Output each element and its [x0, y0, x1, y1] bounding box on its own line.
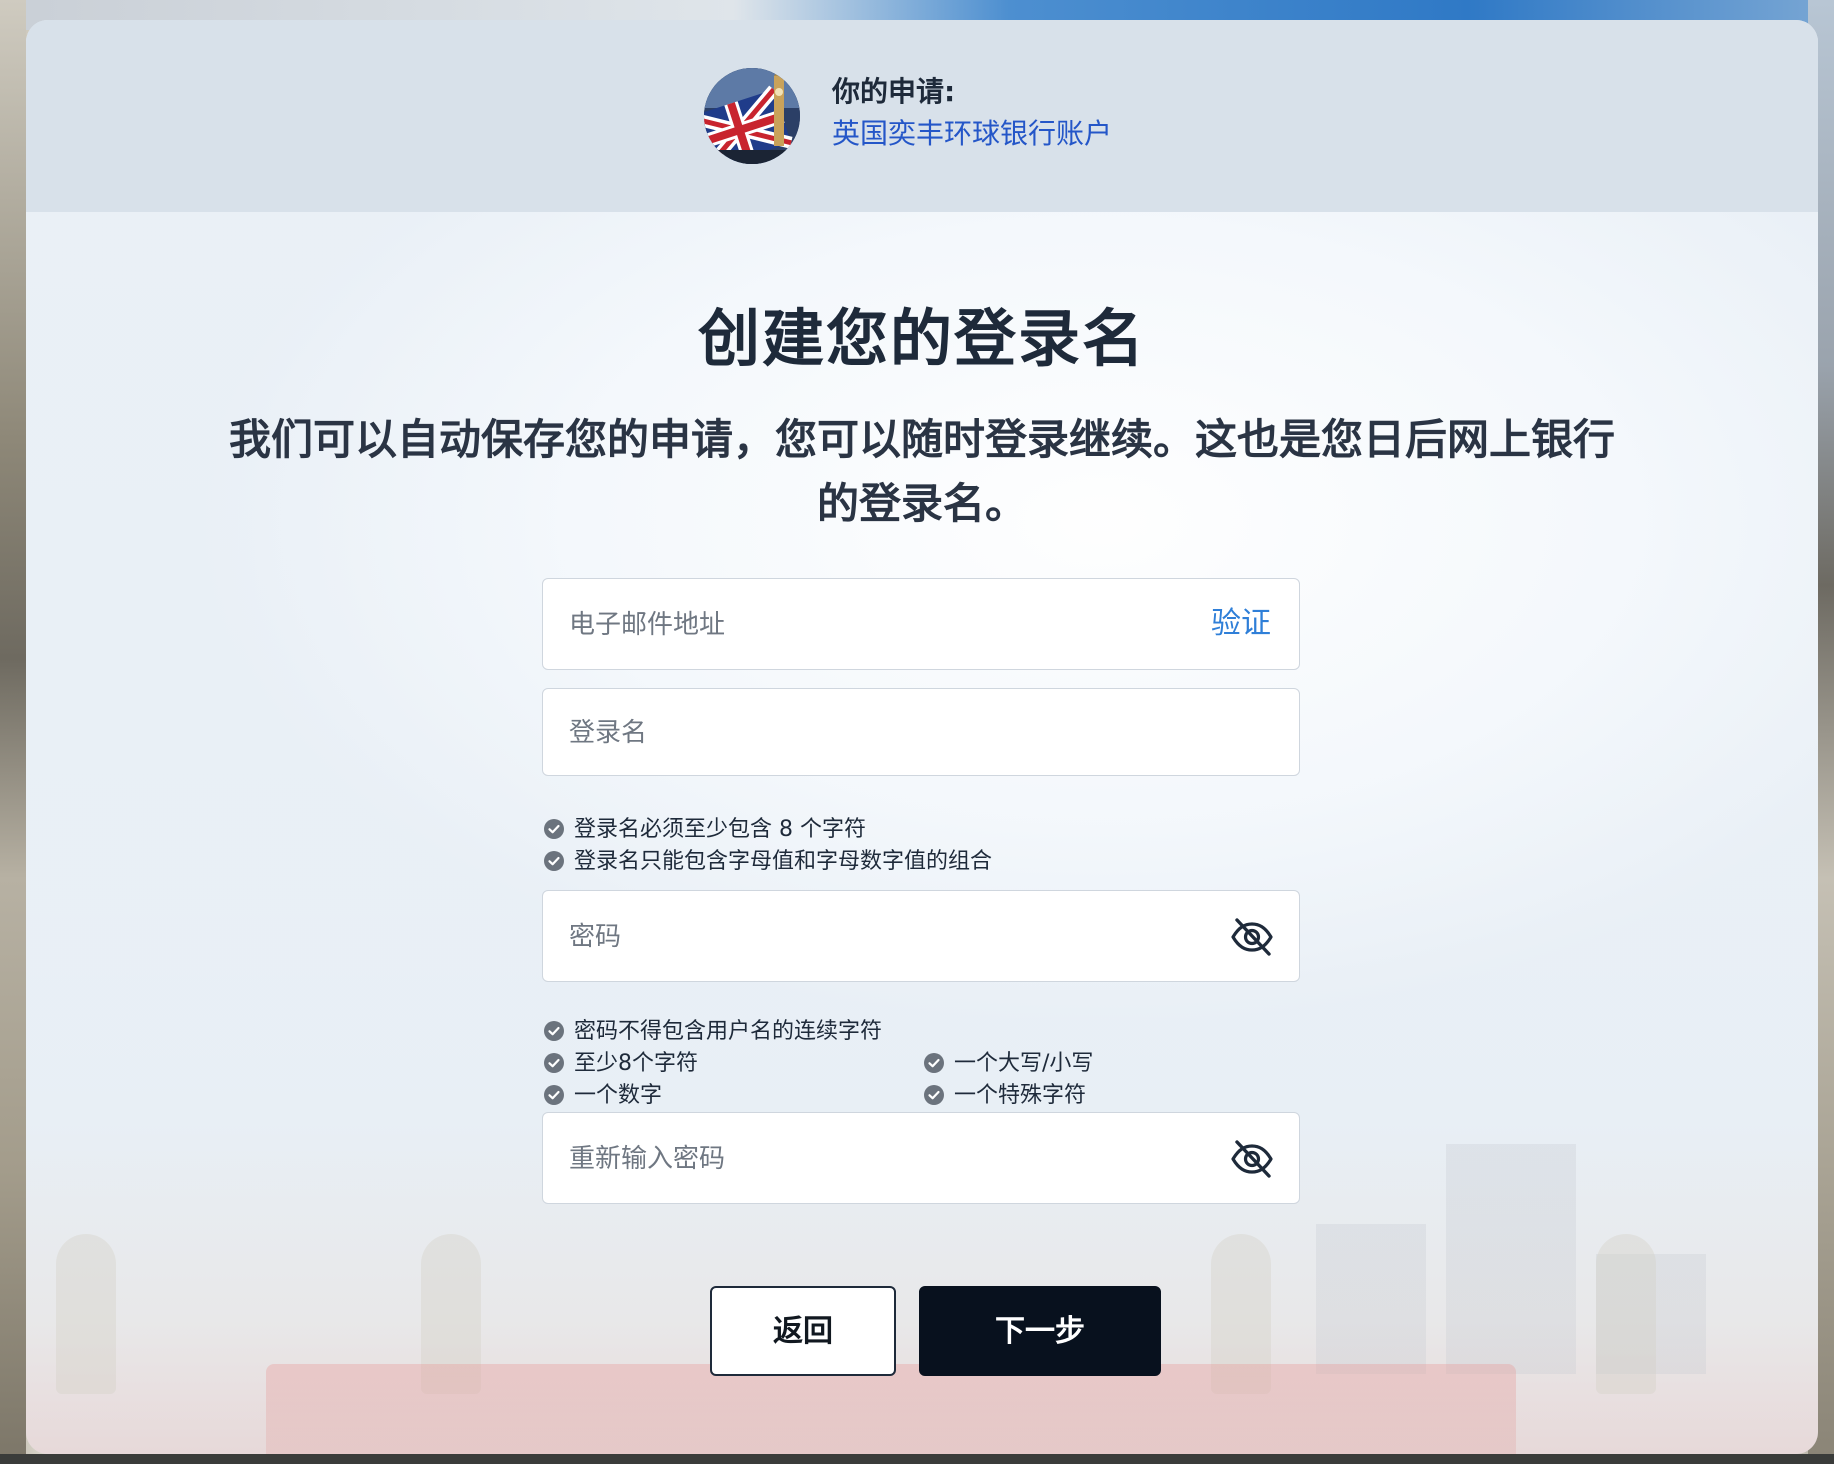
confirm-password-field-container: [542, 1112, 1300, 1205]
application-header: 你的申请: 英国奕丰环球银行账户: [26, 20, 1818, 212]
password-rule-text: 至少8个字符: [574, 1051, 698, 1076]
password-rule-text: 密码不得包含用户名的连续字符: [574, 1019, 883, 1044]
email-field-container: 验证: [542, 578, 1300, 671]
password-rule-item: 一个大写/小写: [924, 1048, 1093, 1080]
check-circle-icon: [544, 851, 564, 871]
password-rule-text: 一个特殊字符: [954, 1083, 1087, 1108]
check-circle-icon: [544, 1021, 564, 1041]
background-building-left: [0, 0, 26, 1464]
eye-off-icon[interactable]: [1229, 914, 1275, 960]
confirm-password-input[interactable]: [567, 1113, 1171, 1205]
password-rule-item: 一个特殊字符: [924, 1080, 1086, 1112]
check-circle-icon: [544, 819, 564, 839]
uk-flag-avatar-icon: [704, 68, 800, 164]
application-summary: 你的申请: 英国奕丰环球银行账户: [832, 72, 1112, 156]
login-name-input[interactable]: [567, 689, 1171, 777]
check-circle-icon: [924, 1085, 944, 1105]
application-label: 你的申请:: [832, 75, 956, 108]
login-rule-text: 登录名必须至少包含 8 个字符: [574, 817, 866, 842]
login-rule-item: 登录名必须至少包含 8 个字符: [544, 814, 866, 846]
verify-email-link[interactable]: 验证: [1211, 579, 1271, 669]
password-rule-text: 一个数字: [574, 1083, 663, 1108]
login-name-field-container: [542, 688, 1300, 777]
back-button[interactable]: 返回: [710, 1286, 896, 1376]
password-input[interactable]: [567, 891, 1171, 983]
email-input[interactable]: [567, 579, 1171, 671]
background-lamp: [56, 1234, 116, 1394]
background-lamp: [1596, 1234, 1656, 1394]
page-title: 创建您的登录名: [697, 302, 1146, 375]
application-card: 你的申请: 英国奕丰环球银行账户 创建您的登录名 我们可以自动保存您的申请，您可…: [26, 20, 1818, 1454]
password-field-container: [542, 890, 1300, 983]
application-product-link[interactable]: 英国奕丰环球银行账户: [832, 112, 1112, 156]
background-bus: [266, 1364, 1516, 1454]
check-circle-icon: [544, 1053, 564, 1073]
password-rule-text: 一个大写/小写: [954, 1051, 1094, 1076]
password-rule-item: 一个数字: [544, 1080, 662, 1112]
eye-off-icon[interactable]: [1229, 1136, 1275, 1182]
page-subtitle: 我们可以自动保存您的申请，您可以随时登录继续。这也是您日后网上银行的登录名。: [228, 415, 1615, 528]
login-rule-text: 登录名只能包含字母值和字母数字值的组合: [574, 849, 993, 874]
login-rule-item: 登录名只能包含字母值和字母数字值的组合: [544, 846, 992, 878]
background-tower: [1446, 1144, 1576, 1374]
background-tower: [1316, 1224, 1426, 1374]
next-button[interactable]: 下一步: [919, 1286, 1161, 1376]
check-circle-icon: [924, 1053, 944, 1073]
window-bottom-edge: [0, 1454, 1834, 1464]
password-rule-item: 密码不得包含用户名的连续字符: [544, 1016, 882, 1048]
check-circle-icon: [544, 1085, 564, 1105]
password-rule-item: 至少8个字符: [544, 1048, 698, 1080]
